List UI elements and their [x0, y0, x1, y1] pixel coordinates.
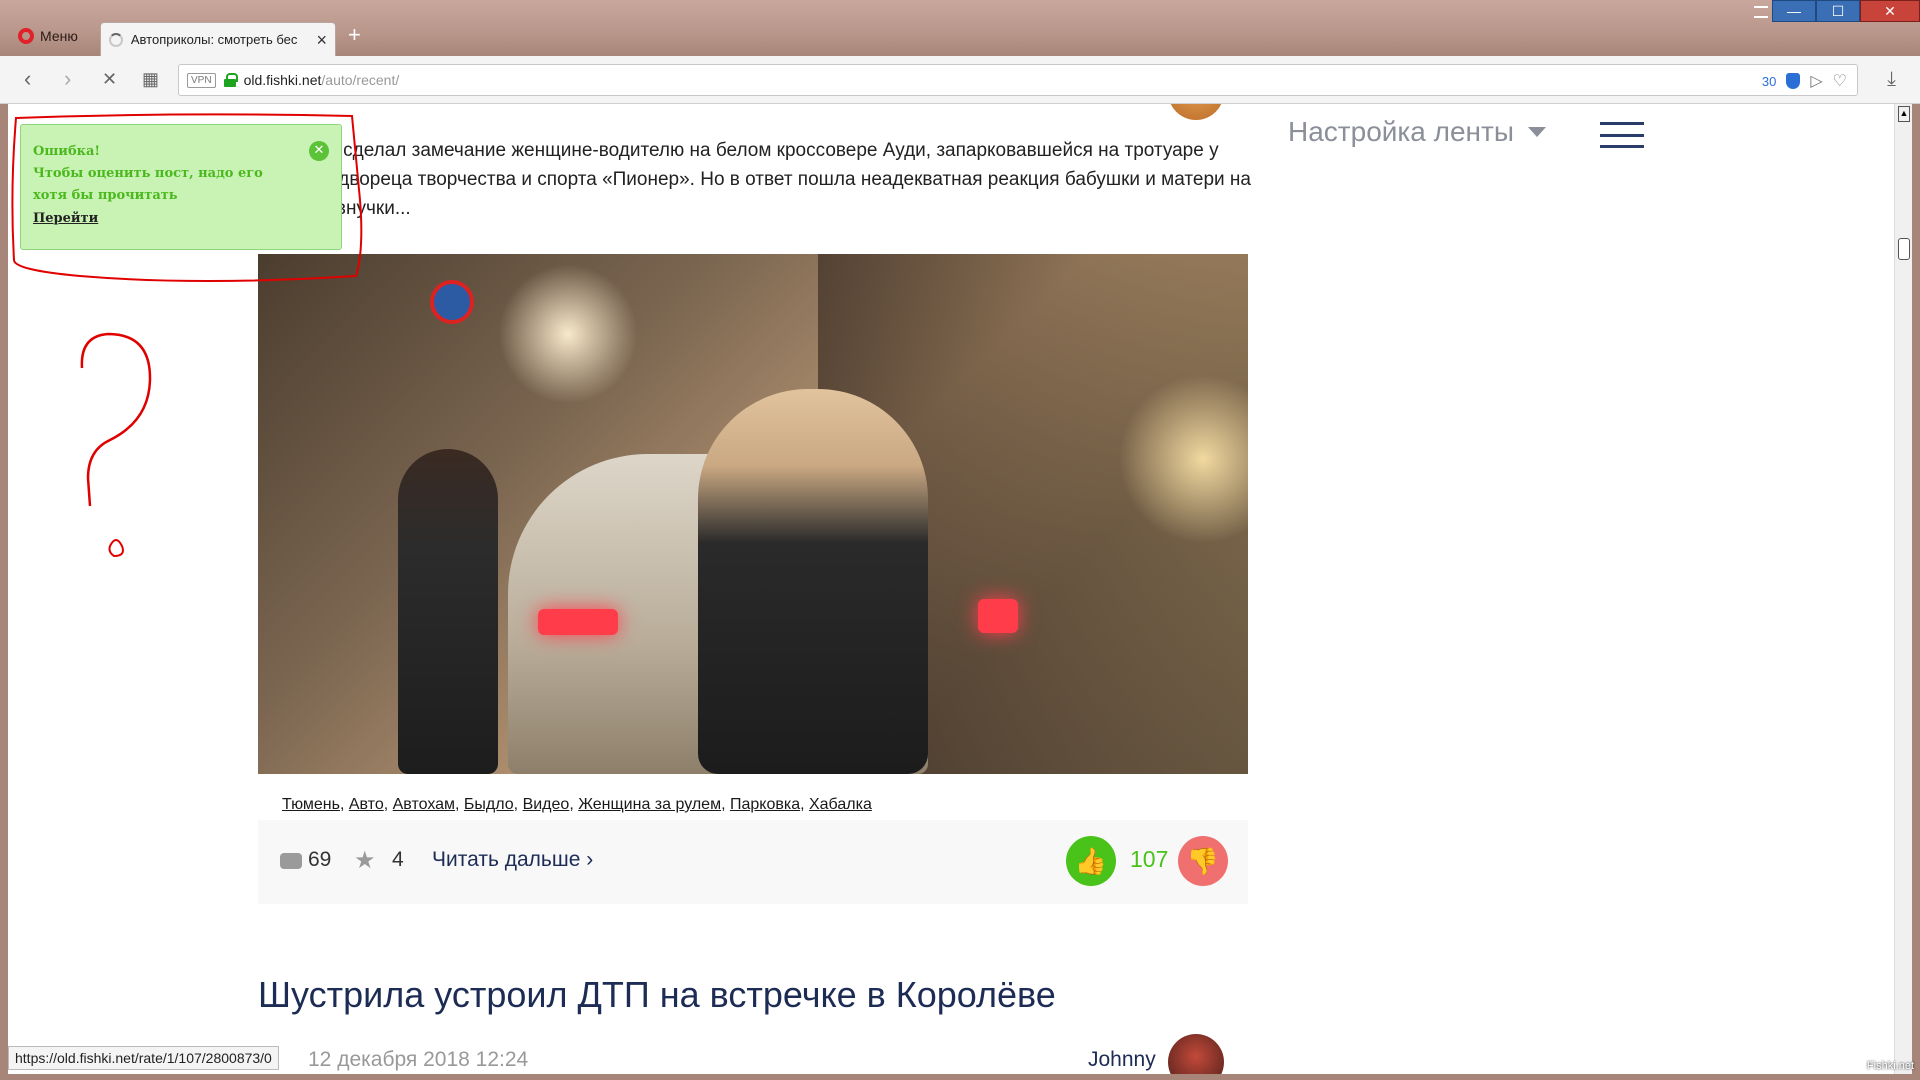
error-message: Чтобы оценить пост, надо его хотя бы про… — [33, 166, 263, 203]
url-field[interactable]: VPN old.fishki.net/auto/recent/ 30 ▷ ♡ — [178, 64, 1858, 96]
download-icon[interactable]: ⤓ — [1887, 68, 1896, 91]
tag-link[interactable]: Видео — [523, 796, 570, 813]
tag-separator: , — [721, 796, 730, 813]
thumbs-up-icon[interactable]: 👍 — [1066, 836, 1116, 886]
no-parking-sign — [430, 280, 474, 324]
comment-icon[interactable] — [280, 853, 302, 869]
maximize-button[interactable]: ☐ — [1816, 0, 1860, 22]
video-person-left — [398, 449, 498, 774]
thumbs-down-icon[interactable]: 👎 — [1178, 836, 1228, 886]
error-go-link[interactable]: Перейти — [33, 211, 98, 226]
chevron-down-icon — [1527, 127, 1546, 137]
window-frame-bottom — [0, 1074, 1920, 1080]
stop-loading-icon[interactable]: ✕ — [102, 70, 117, 88]
next-post-date: 12 декабря 2018 12:24 — [308, 1048, 529, 1071]
minimize-button[interactable]: — — [1772, 0, 1816, 22]
hamburger-menu-icon[interactable] — [1600, 122, 1644, 148]
tag-link[interactable]: Авто — [349, 796, 384, 813]
forward-icon[interactable]: › — [64, 68, 71, 90]
tag-separator: , — [569, 796, 579, 813]
video-preview[interactable] — [258, 254, 1248, 774]
feed-settings-label: Настройка ленты — [1288, 116, 1514, 147]
tag-separator: , — [800, 796, 809, 813]
author-avatar[interactable] — [1168, 104, 1224, 120]
title-bar: Меню Автоприколы: смотреть бес × + — ☐ ✕ — [0, 0, 1920, 56]
favorite-count: 4 — [392, 848, 404, 871]
adblock-shield-icon[interactable] — [1786, 73, 1801, 89]
comment-count[interactable]: 69 — [308, 848, 331, 872]
adblock-count: 30 — [1761, 73, 1777, 89]
tag-link[interactable]: Женщина за рулем — [578, 796, 721, 813]
menu-label: Меню — [40, 28, 78, 44]
video-streetlight — [498, 264, 638, 404]
video-person-center — [698, 389, 928, 774]
tag-separator: , — [339, 796, 349, 813]
tag-link[interactable]: Парковка — [730, 796, 800, 813]
post-actions-bar: 69 ★ 4 Читать дальше › 👍 107 👎 — [258, 820, 1248, 904]
article-excerpt: Мужчина сделал замечание женщине-водител… — [258, 140, 1251, 219]
vertical-scrollbar[interactable]: ▲ — [1894, 104, 1912, 1074]
window-controls: — ☐ ✕ — [1772, 0, 1920, 22]
bookmark-heart-icon[interactable]: ♡ — [1833, 71, 1847, 91]
active-tab[interactable]: Автоприколы: смотреть бес × — [100, 22, 336, 56]
url-actions: 30 ▷ ♡ — [1762, 71, 1847, 91]
close-window-button[interactable]: ✕ — [1860, 0, 1920, 22]
speed-dial-icon[interactable]: ▦ — [142, 70, 159, 88]
window-frame-left — [0, 104, 8, 1074]
watermark: Fishki.net — [1866, 1060, 1914, 1072]
url-path: /auto/recent/ — [321, 72, 400, 88]
tag-separator: , — [455, 796, 464, 813]
tag-separator: , — [513, 796, 523, 813]
loading-spinner-icon — [109, 32, 123, 47]
scroll-thumb[interactable] — [1898, 238, 1910, 260]
status-bar-url: https://old.fishki.net/rate/1/107/280087… — [8, 1046, 279, 1070]
tag-link[interactable]: Автохам — [393, 796, 455, 813]
video-taillight-right — [978, 599, 1018, 633]
opera-logo-icon — [18, 28, 34, 44]
feed-settings-dropdown[interactable]: Настройка ленты — [1288, 116, 1546, 148]
url-text[interactable]: old.fishki.net/auto/recent/ — [244, 72, 400, 88]
send-icon[interactable]: ▷ — [1810, 71, 1822, 91]
tag-link[interactable]: Хабалка — [809, 796, 872, 813]
back-icon[interactable]: ‹ — [24, 68, 31, 90]
lock-icon[interactable] — [223, 73, 238, 87]
tab-menu-icon[interactable] — [1754, 6, 1768, 18]
tag-list: Тюмень, Авто, Автохам, Быдло, Видео, Жен… — [282, 796, 872, 814]
tag-link[interactable]: Тюмень — [282, 796, 340, 813]
tag-link[interactable]: Быдло — [464, 796, 514, 813]
next-author-avatar[interactable] — [1168, 1034, 1224, 1074]
error-title: Ошибка! — [33, 144, 101, 159]
vpn-badge[interactable]: VPN — [187, 72, 216, 88]
read-more-link[interactable]: Читать дальше › — [432, 848, 593, 872]
address-toolbar: ‹ › ✕ ▦ VPN old.fishki.net/auto/recent/ … — [0, 56, 1920, 104]
close-icon[interactable]: ✕ — [309, 141, 329, 161]
scroll-up-arrow-icon[interactable]: ▲ — [1898, 106, 1910, 122]
next-post-title[interactable]: Шустрила устроил ДТП на встречке в Корол… — [258, 974, 1056, 1016]
star-icon[interactable]: ★ — [354, 846, 376, 875]
url-host: old.fishki.net — [243, 72, 322, 88]
window-frame-right — [1912, 104, 1920, 1074]
tag-separator: , — [383, 796, 393, 813]
tab-close-icon[interactable]: × — [316, 31, 327, 49]
video-taillight-left — [538, 609, 618, 635]
like-count: 107 — [1130, 846, 1169, 872]
opera-menu-button[interactable]: Меню — [10, 22, 92, 50]
rating-error-notification: Ошибка! Чтобы оценить пост, надо его хот… — [20, 124, 342, 250]
new-tab-button[interactable]: + — [348, 22, 361, 48]
tab-title: Автоприколы: смотреть бес — [130, 32, 298, 47]
next-post-author[interactable]: Johnny — [1088, 1048, 1156, 1072]
